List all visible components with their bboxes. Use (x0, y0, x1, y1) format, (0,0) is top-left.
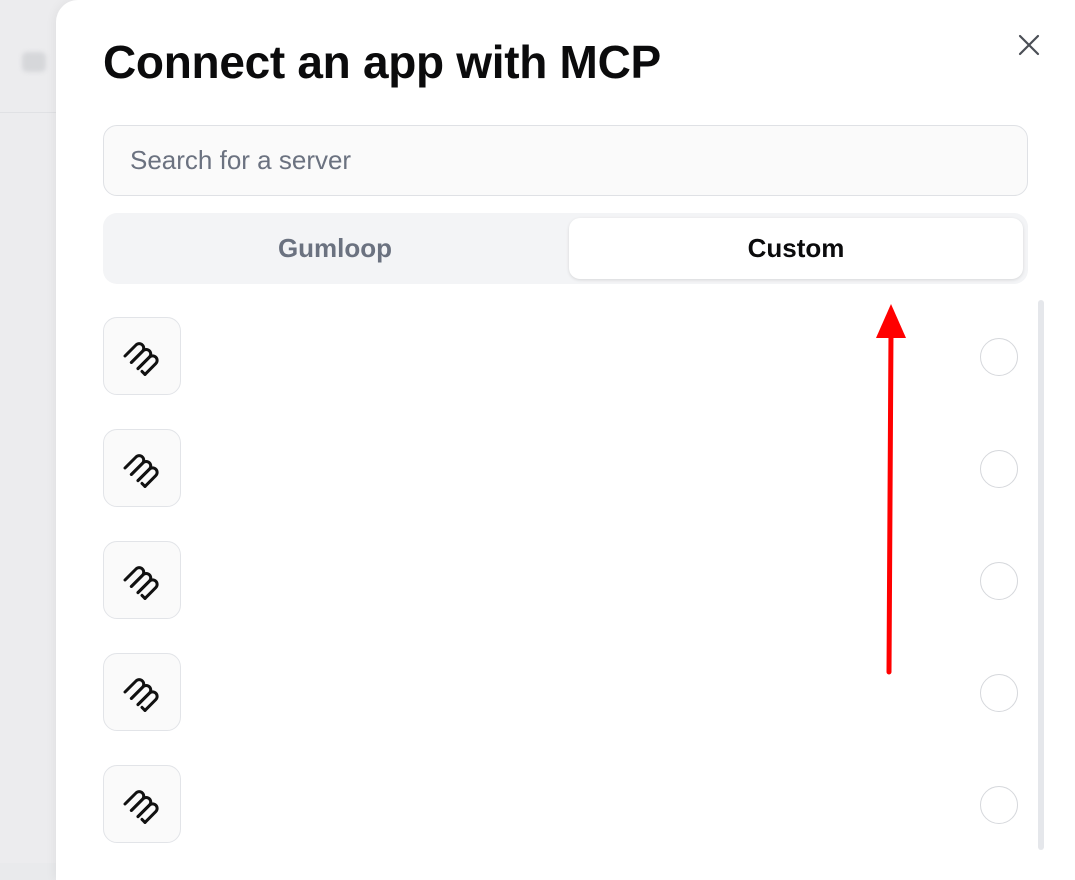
gumloop-logo-icon (103, 317, 181, 395)
tab-custom[interactable]: Custom (569, 218, 1023, 279)
tab-gumloop[interactable]: Gumloop (108, 218, 562, 279)
connect-mcp-dialog: Connect an app with MCP Gumloop Custom (56, 0, 1075, 880)
server-info (193, 765, 873, 843)
list-item[interactable] (103, 748, 1028, 843)
gumloop-logo-icon (103, 653, 181, 731)
close-icon[interactable] (1014, 30, 1044, 60)
select-radio[interactable] (980, 786, 1018, 824)
list-item[interactable] (103, 524, 1028, 619)
select-radio[interactable] (980, 562, 1018, 600)
server-info (193, 429, 873, 507)
server-info (193, 653, 873, 731)
list-item[interactable] (103, 636, 1028, 731)
gumloop-logo-icon (103, 429, 181, 507)
search-box (103, 125, 1028, 196)
scrollbar[interactable] (1038, 300, 1044, 850)
source-tabs: Gumloop Custom (103, 213, 1028, 284)
list-item[interactable] (103, 300, 1028, 395)
background-divider (0, 112, 60, 113)
gumloop-logo-icon (103, 765, 181, 843)
background-menu-icon (22, 52, 46, 72)
select-radio[interactable] (980, 674, 1018, 712)
dialog-title: Connect an app with MCP (103, 36, 661, 88)
select-radio[interactable] (980, 338, 1018, 376)
gumloop-logo-icon (103, 541, 181, 619)
select-radio[interactable] (980, 450, 1018, 488)
server-list (103, 300, 1028, 880)
server-info (193, 317, 873, 395)
list-item[interactable] (103, 412, 1028, 507)
search-input[interactable] (104, 126, 1027, 195)
server-info (193, 541, 873, 619)
